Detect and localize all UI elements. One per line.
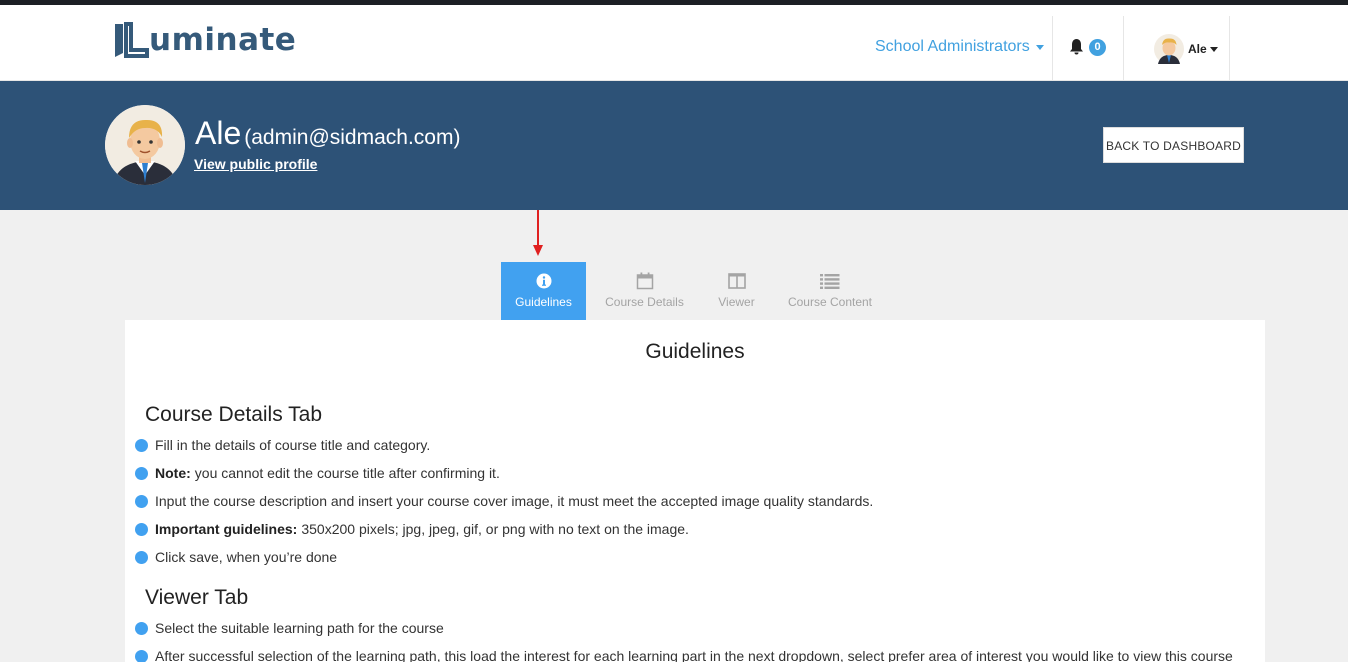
tab-guidelines[interactable]: Guidelines [501, 262, 586, 320]
chevron-down-icon [1035, 44, 1044, 50]
tab-label: Course Content [787, 295, 873, 309]
list-item-bold: Note: [155, 465, 191, 481]
nav-divider [1052, 16, 1053, 80]
tab-label: Course Details [605, 295, 684, 309]
bullet-dot-icon [135, 494, 148, 508]
guidelines-panel: Guidelines Course Details Tab Fill in th… [125, 320, 1265, 662]
section-title: Viewer Tab [145, 586, 249, 609]
list-item-text: Fill in the details of course title and … [155, 437, 431, 453]
bullet-dot-icon [135, 621, 148, 635]
role-dropdown[interactable]: School Administrators [875, 38, 1044, 56]
calendar-icon [636, 272, 653, 290]
role-label: School Administrators [875, 38, 1030, 55]
section-title: Course Details Tab [145, 403, 323, 426]
bullet-dot-icon [135, 649, 148, 662]
notification-count-badge: 0 [1089, 38, 1106, 56]
list-item-text: Input the course description and insert … [155, 493, 874, 509]
tab-label: Guidelines [515, 295, 572, 309]
logo-mark-icon [115, 22, 149, 58]
list-item-text: 350x200 pixels; jpg, jpeg, gif, or png w… [301, 521, 689, 537]
user-name: Ale [1188, 42, 1207, 56]
user-menu[interactable]: Ale [1154, 34, 1218, 64]
nav-divider [1123, 16, 1124, 80]
info-icon [536, 273, 551, 289]
logo-text: uminate [149, 22, 297, 58]
list-item-text: Select the suitable learning path for th… [155, 620, 444, 636]
view-public-profile-link[interactable]: View public profile [194, 156, 317, 172]
logo[interactable]: uminate [113, 19, 296, 61]
profile-email: (admin@sidmach.com) [244, 126, 461, 149]
tab-viewer[interactable]: Viewer [703, 262, 770, 320]
profile-banner: Ale (admin@sidmach.com) View public prof… [0, 81, 1348, 210]
list-item-bold: Important guidelines: [155, 521, 298, 537]
bullet-dot-icon [135, 438, 148, 452]
avatar [105, 105, 185, 185]
course-tabs: Guidelines Course Details Viewer Course … [501, 262, 890, 320]
list-item: After successful selection of the learni… [135, 648, 1233, 662]
panel-title: Guidelines [645, 340, 745, 363]
profile-name: Ale [195, 115, 242, 151]
tab-course-details[interactable]: Course Details [586, 262, 703, 320]
list-item: Click save, when you’re done [135, 549, 337, 565]
navbar: uminate School Administrators 0 Ale [0, 5, 1348, 81]
list-item-text: Click save, when you’re done [155, 549, 338, 565]
list-item: Fill in the details of course title and … [135, 437, 430, 453]
list-item: Important guidelines: 350x200 pixels; jp… [135, 521, 689, 537]
list-item: Note: you cannot edit the course title a… [135, 465, 500, 481]
back-to-dashboard-button[interactable]: BACK TO DASHBOARD [1103, 127, 1244, 163]
bullet-dot-icon [135, 522, 148, 536]
list-item: Select the suitable learning path for th… [135, 620, 444, 636]
list-item-text: you cannot edit the course title after c… [194, 465, 500, 481]
tab-label: Viewer [718, 295, 755, 309]
list-item: Input the course description and insert … [135, 493, 873, 509]
annotation-arrow-icon [533, 210, 543, 256]
profile-avatar [105, 105, 185, 185]
bell-icon [1070, 39, 1083, 55]
avatar [1154, 34, 1184, 64]
bullet-dot-icon [135, 466, 148, 480]
tab-course-content[interactable]: Course Content [770, 262, 890, 320]
notifications-button[interactable]: 0 [1068, 38, 1106, 56]
list-icon [820, 274, 840, 289]
columns-icon [727, 273, 746, 289]
chevron-down-icon [1209, 46, 1218, 52]
bullet-dot-icon [135, 550, 148, 564]
list-item-text: After successful selection of the learni… [155, 648, 1233, 662]
profile-heading: Ale (admin@sidmach.com) [195, 115, 460, 152]
nav-divider [1229, 16, 1230, 80]
